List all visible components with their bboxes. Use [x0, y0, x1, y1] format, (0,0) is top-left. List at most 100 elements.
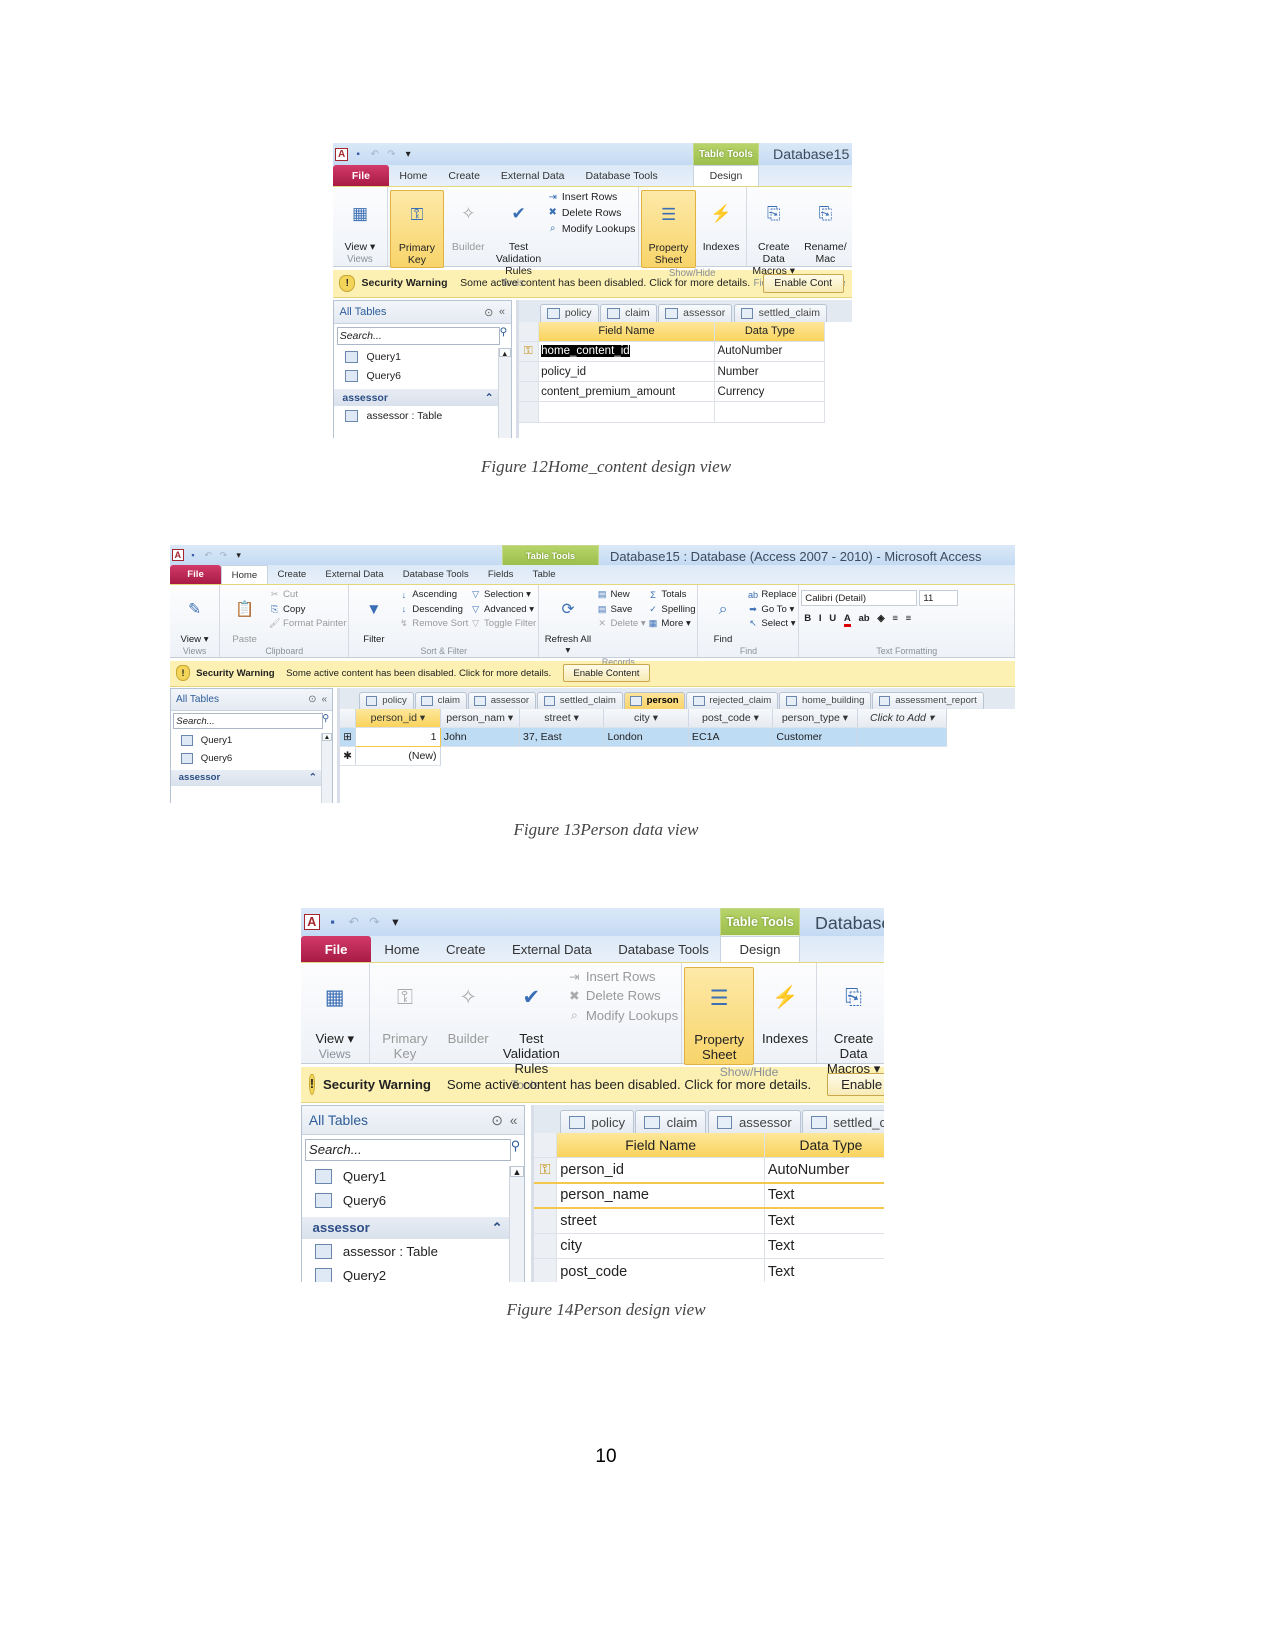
nav-item-query6[interactable]: Query6 — [171, 749, 332, 767]
doc-tab-settled-cl[interactable]: settled_cl — [801, 1110, 884, 1134]
doc-tab-claim[interactable]: claim — [414, 691, 467, 709]
collapse-group-icon[interactable]: ⌃ — [309, 772, 317, 783]
nav-item-query6[interactable]: Query6 — [302, 1189, 524, 1213]
security-warning-message[interactable]: Some active content has been disabled. C… — [286, 668, 551, 679]
descending-button[interactable]: ↓ Descending — [398, 604, 468, 615]
row-selector[interactable] — [518, 361, 539, 383]
tab-file[interactable]: File — [333, 165, 389, 187]
tab-create[interactable]: Create — [438, 165, 491, 186]
refresh-all-button[interactable]: ⟳ Refresh All ▾ — [541, 588, 595, 657]
builder-button[interactable]: ✧ Builder — [446, 190, 490, 254]
enable-content-button[interactable]: Enable Content — [562, 664, 651, 682]
test-validation-rules-button[interactable]: ✔ Test Validation Rules — [499, 967, 565, 1077]
spelling-button[interactable]: ✓ Spelling — [648, 604, 695, 615]
expand-row-icon[interactable]: ⊞ — [340, 727, 357, 748]
save-button[interactable]: ▤ Save — [597, 604, 646, 615]
table-row[interactable]: post_code Text — [533, 1258, 884, 1282]
row-selector[interactable] — [518, 381, 539, 403]
tab-database-tools[interactable]: Database Tools — [605, 936, 722, 963]
tab-home[interactable]: Home — [221, 565, 268, 585]
replace-button[interactable]: ab Replace — [748, 589, 797, 600]
new-row[interactable]: ✱ (New) — [340, 746, 947, 767]
tab-create[interactable]: Create — [268, 565, 316, 584]
totals-button[interactable]: Σ Totals — [648, 589, 696, 600]
scrollbar[interactable]: ▲ — [320, 732, 333, 803]
tab-file[interactable]: File — [301, 935, 372, 963]
bold-button[interactable]: B — [804, 613, 811, 627]
sort-dropdown-icon[interactable]: ▾ — [417, 712, 425, 724]
save-icon[interactable]: ▪ — [187, 549, 199, 561]
view-button[interactable]: ✎ View ▾ — [172, 588, 217, 646]
doc-tab-claim[interactable]: claim — [635, 1110, 707, 1134]
column-header-click-to-add[interactable]: Click to Add ▾ — [857, 708, 948, 729]
property-sheet-button[interactable]: ☰ Property Sheet — [684, 967, 754, 1065]
scrollbar[interactable]: ▲ — [508, 1165, 525, 1282]
search-icon[interactable]: ⚲ — [500, 326, 508, 338]
cell[interactable]: EC1A — [688, 727, 774, 748]
tab-design[interactable]: Design — [719, 935, 800, 963]
column-header-person-id[interactable]: person_id ▾ — [355, 708, 441, 729]
data-type-cell[interactable]: Text — [764, 1181, 884, 1210]
primary-key-button[interactable]: ⚿ Primary Key — [389, 190, 445, 268]
underline-button[interactable]: U — [829, 613, 836, 627]
doc-tab-settled-claim[interactable]: settled_claim — [733, 303, 828, 322]
field-name-cell[interactable]: post_code — [556, 1258, 765, 1282]
doc-tab-assessor[interactable]: assessor — [658, 303, 733, 322]
property-sheet-button[interactable]: ☰ Property Sheet — [640, 190, 697, 268]
highlight-button[interactable]: ab — [858, 613, 869, 627]
column-header-person-nam[interactable]: person_nam ▾ — [440, 708, 520, 729]
filter-button[interactable]: ▼ Filter — [351, 588, 396, 646]
column-header-street[interactable]: street ▾ — [519, 708, 605, 729]
save-icon[interactable]: ▪ — [325, 914, 341, 930]
doc-tab-person[interactable]: person — [623, 691, 686, 709]
scroll-up-icon[interactable]: ▲ — [509, 1165, 525, 1177]
doc-tab-policy[interactable]: policy — [359, 691, 414, 709]
font-color-button[interactable]: A — [843, 613, 851, 628]
tab-external-data[interactable]: External Data — [490, 165, 575, 186]
primary-key-icon[interactable]: ⚿ — [533, 1157, 558, 1184]
customize-qat-icon[interactable]: ▾ — [387, 914, 403, 930]
indexes-button[interactable]: ⚡ Indexes — [757, 967, 814, 1047]
undo-icon[interactable]: ↶ — [202, 549, 214, 561]
search-input[interactable]: Search... — [336, 326, 501, 345]
tab-external-data[interactable]: External Data — [499, 936, 605, 963]
security-warning-message[interactable]: Some active content has been disabled. C… — [447, 1077, 811, 1092]
primary-key-icon[interactable]: ⚿ — [518, 341, 539, 362]
nav-item-query1[interactable]: Query1 — [171, 732, 332, 750]
modify-lookups-button[interactable]: ⌕ Modify Lookups — [567, 1008, 678, 1023]
search-input[interactable]: Search... — [173, 713, 324, 730]
doc-tab-claim[interactable]: claim — [600, 303, 657, 322]
collapse-group-icon[interactable]: ⌃ — [492, 1220, 503, 1236]
table-row[interactable]: ⚿ person_id AutoNumber — [533, 1157, 884, 1184]
fill-color-button[interactable]: ◈ — [877, 613, 884, 627]
align-center-button[interactable]: ≡ — [906, 613, 912, 627]
copy-button[interactable]: ⎘ Copy — [269, 604, 346, 615]
tab-home[interactable]: Home — [389, 165, 438, 186]
format-painter-button[interactable]: 🖌 Format Painter — [269, 618, 347, 629]
doc-tab-assessor[interactable]: assessor — [467, 691, 536, 709]
data-type-cell[interactable] — [714, 401, 826, 423]
tab-file[interactable]: File — [170, 565, 222, 585]
search-icon[interactable]: ⚲ — [322, 713, 329, 724]
tab-home[interactable]: Home — [371, 936, 433, 963]
nav-group-assessor[interactable]: assessor ⌃ — [171, 770, 325, 786]
field-name-cell[interactable]: street — [556, 1208, 765, 1234]
nav-item-query1[interactable]: Query1 — [334, 347, 511, 366]
column-header-person-type[interactable]: person_type ▾ — [772, 708, 858, 729]
primary-key-button[interactable]: ⚿ Primary Key — [372, 967, 438, 1062]
paste-button[interactable]: 📋 Paste — [222, 588, 267, 646]
column-header-post-code[interactable]: post_code ▾ — [688, 708, 774, 729]
test-validation-rules-button[interactable]: ✔ Test Validation Rules — [492, 190, 544, 278]
more-button[interactable]: ▦ More ▾ — [648, 618, 696, 629]
redo-icon[interactable]: ↷ — [366, 914, 382, 930]
cell[interactable] — [857, 727, 948, 748]
field-name-cell[interactable]: home_content_id — [538, 341, 716, 362]
row-selector[interactable] — [533, 1181, 558, 1210]
table-row[interactable] — [518, 401, 826, 423]
doc-tab-policy[interactable]: policy — [560, 1110, 634, 1134]
field-name-cell[interactable]: policy_id — [538, 361, 716, 383]
create-data-macros-button[interactable]: ⎘ Create Data Macros ▾ — [749, 190, 799, 278]
customize-qat-icon[interactable]: ▾ — [233, 549, 245, 561]
select-button[interactable]: ↖ Select ▾ — [748, 618, 797, 629]
field-name-cell[interactable]: city — [556, 1233, 765, 1260]
